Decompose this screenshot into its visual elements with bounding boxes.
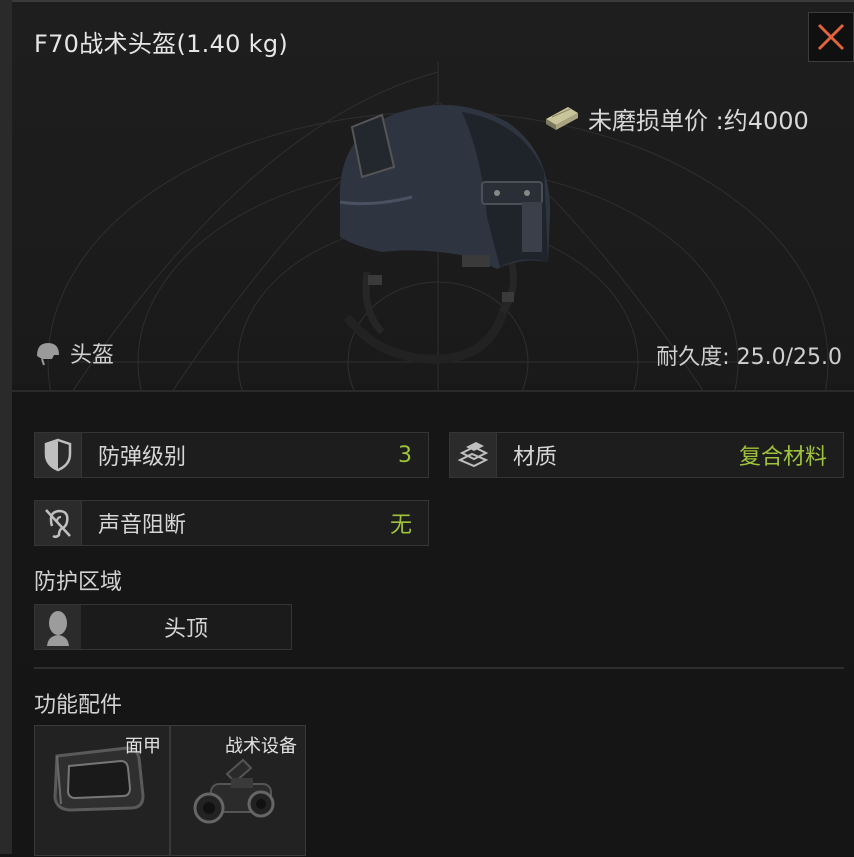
price-label: 未磨损单价 :约4000 [588, 106, 809, 135]
stat-value: 复合材料 [738, 445, 827, 470]
tactical-helmet-image [339, 105, 551, 364]
stat-sound-block: 声音阻断 无 [34, 500, 429, 546]
protection-section-title: 防护区域 [34, 570, 123, 595]
shield-icon [44, 438, 72, 472]
stat-label: 声音阻断 [98, 513, 187, 538]
stat-value: 3 [398, 442, 412, 468]
section-divider [34, 667, 844, 669]
head-silhouette-icon [47, 611, 69, 646]
item-title: F70战术头盔(1.40 kg) [34, 30, 289, 58]
price-info: 未磨损单价 :约4000 [542, 100, 809, 136]
category-label: 头盔 [70, 343, 115, 368]
durability-label: 耐久度: 25.0/25.0 [656, 345, 842, 370]
stat-value: 无 [389, 513, 412, 538]
item-category: 头盔 [34, 337, 114, 369]
item-detail-panel: F70战术头盔(1.40 kg) 未磨损单价:约4000 头盔 耐久度: 25… [12, 0, 854, 856]
money-stack-icon [546, 107, 578, 130]
stat-icon-box [35, 433, 82, 477]
preview-divider [12, 390, 854, 392]
zone-icon-box [35, 605, 81, 649]
helmet-icon [37, 343, 59, 366]
stat-material: 材质 复合材料 [449, 432, 844, 478]
slot-label: 面甲 [125, 736, 161, 757]
material-icon [457, 442, 489, 468]
close-button[interactable] [808, 12, 854, 62]
attachment-slot-visor[interactable]: 面甲 [34, 725, 170, 856]
zone-label: 头顶 [163, 617, 208, 642]
stat-label: 防弹级别 [98, 445, 187, 470]
stat-label: 材质 [513, 445, 558, 470]
stat-icon-box [450, 433, 497, 477]
stat-icon-box [35, 501, 82, 545]
ear-blocked-icon [45, 509, 71, 539]
slot-label: 战术设备 [225, 736, 297, 757]
background-edge [0, 0, 12, 854]
protection-zone-head: 头顶 [34, 604, 292, 650]
attachments-section-title: 功能配件 [34, 693, 123, 718]
attachment-slot-tactical-device[interactable]: 战术设备 [170, 725, 306, 856]
stat-armor-class: 防弹级别 3 [34, 432, 429, 478]
close-icon [817, 23, 845, 51]
